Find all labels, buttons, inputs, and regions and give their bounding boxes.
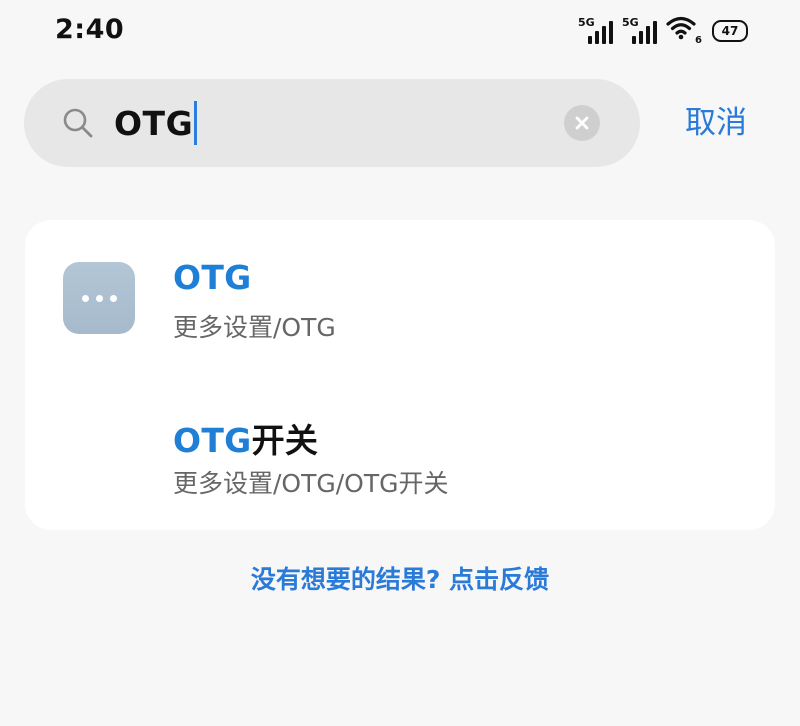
search-input[interactable]: OTG (114, 97, 198, 149)
clear-search-button[interactable] (564, 105, 600, 141)
cancel-button[interactable]: 取消 (670, 100, 762, 146)
search-query-text: OTG (114, 103, 194, 143)
close-icon (575, 116, 589, 130)
search-result-item[interactable]: OTG 更多设置/OTG (25, 220, 775, 370)
search-icon (63, 108, 93, 138)
result-path: 更多设置/OTG (173, 313, 336, 342)
status-icons: 5G 5G 6 47 (578, 14, 748, 46)
result-title: OTG (173, 258, 252, 297)
result-title: OTG开关 (173, 414, 318, 462)
result-title-highlight: OTG (173, 421, 252, 460)
result-title-highlight: OTG (173, 258, 252, 297)
battery-level: 47 (721, 24, 739, 38)
result-path: 更多设置/OTG/OTG开关 (173, 469, 449, 498)
wifi-level-label: 6 (695, 35, 702, 46)
search-bar[interactable]: OTG (24, 79, 640, 167)
result-title-rest: 开关 (251, 421, 319, 460)
feedback-link[interactable]: 没有想要的结果? 点击反馈 (0, 560, 800, 596)
more-settings-icon (63, 262, 135, 334)
battery-icon: 47 (712, 20, 748, 42)
network-type-label: 5G (622, 16, 639, 29)
cellular-signal-icon: 5G (622, 16, 658, 44)
search-result-item[interactable]: OTG开关 更多设置/OTG/OTG开关 (25, 376, 775, 526)
wifi-indicator: 6 (666, 14, 702, 46)
text-caret (194, 101, 198, 145)
search-results-card: OTG 更多设置/OTG OTG开关 更多设置/OTG/OTG开关 (25, 220, 775, 530)
wifi-icon (666, 16, 696, 40)
cellular-signal-icon: 5G (578, 16, 614, 44)
status-bar: 2:40 5G 5G 6 47 (0, 0, 800, 60)
status-time: 2:40 (55, 14, 125, 45)
settings-search-screen: 2:40 5G 5G 6 47 OTG 取消 OTG 更多设置/OTG OTG开… (0, 0, 800, 726)
network-type-label: 5G (578, 16, 595, 29)
